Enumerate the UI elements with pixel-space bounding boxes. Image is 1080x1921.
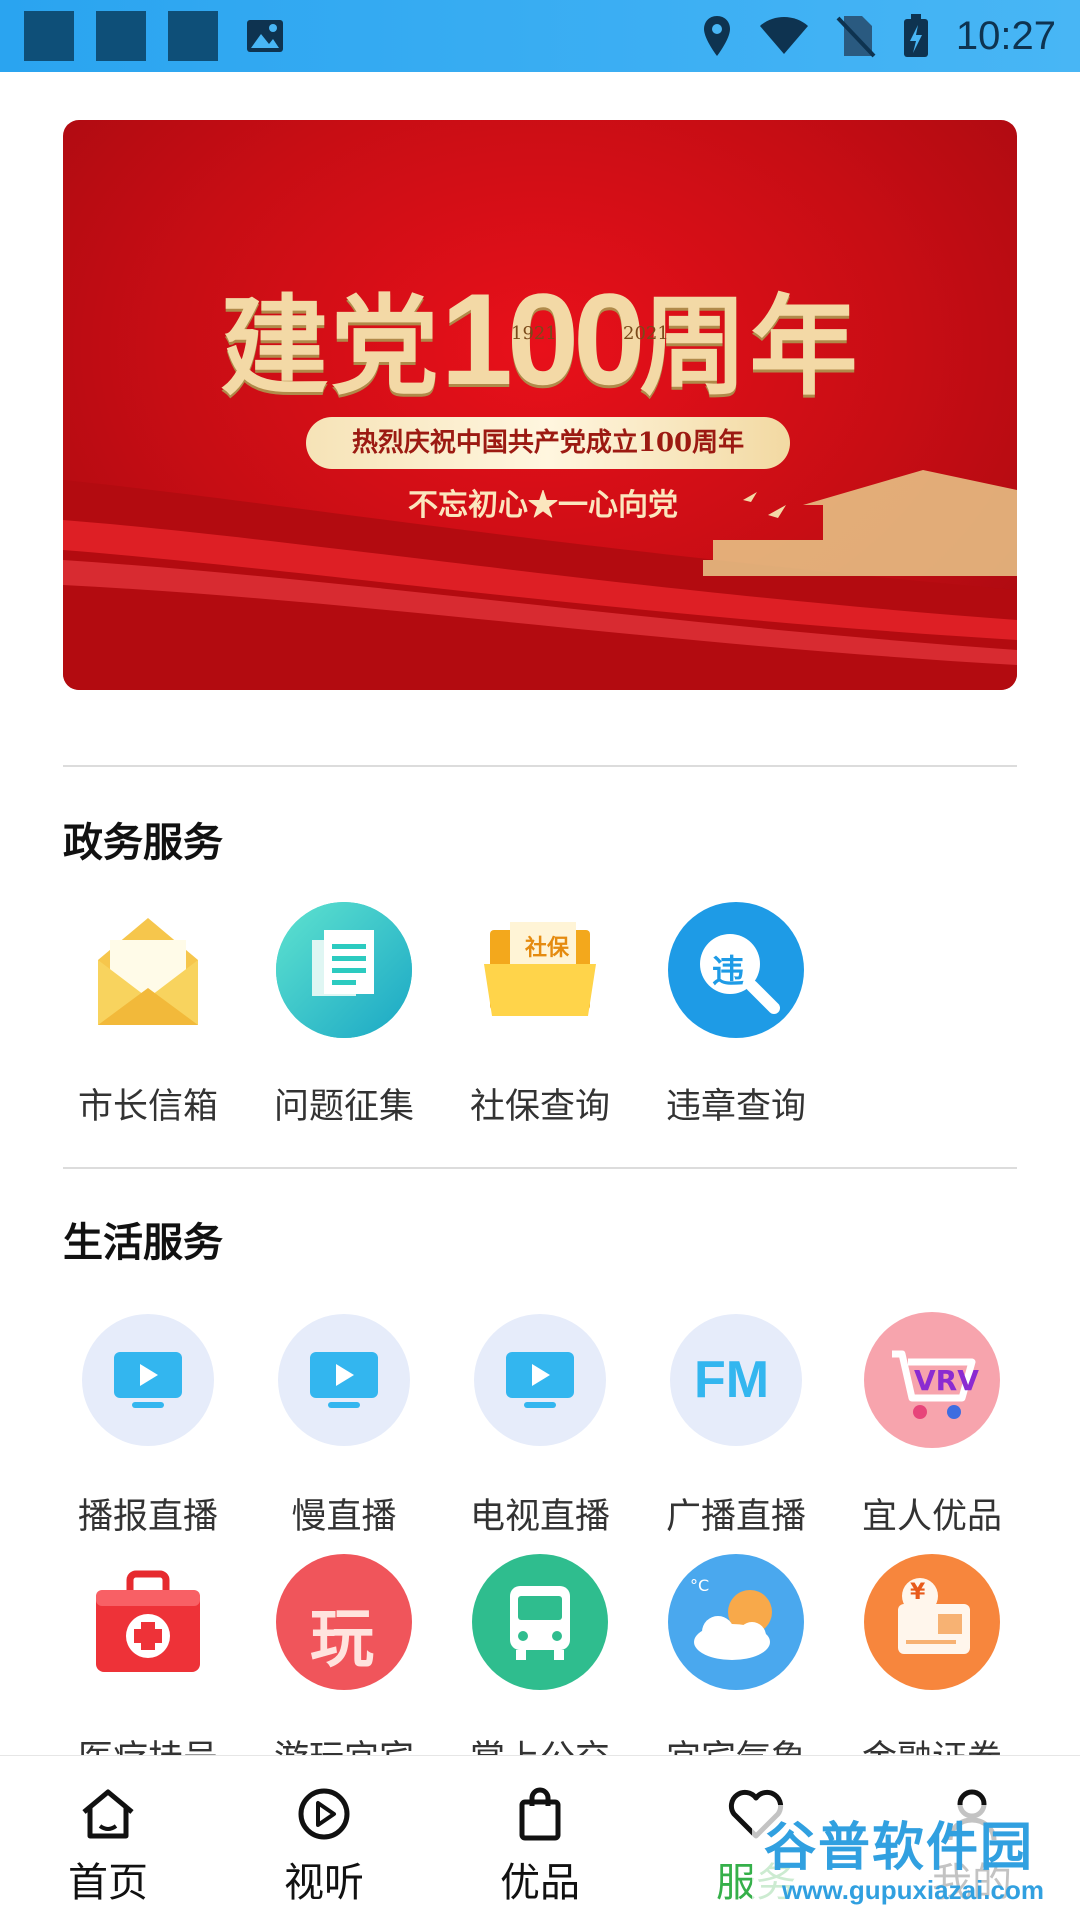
wifi-icon <box>759 17 808 54</box>
battery-charging-icon <box>903 14 928 57</box>
life-item-label: 慢直播 <box>291 1497 397 1537</box>
section-title-life: 生活服务 <box>63 1220 223 1266</box>
gov-item-label: 问题征集 <box>273 1087 414 1127</box>
life-item-label: 播报直播 <box>77 1497 218 1537</box>
life-item-yiren-goods[interactable]: VRV 宜人优品 <box>842 1310 1022 1539</box>
tv-play-icon <box>78 1310 218 1450</box>
fm-radio-icon: FM <box>666 1310 806 1450</box>
divider <box>63 765 1017 767</box>
gov-item-social-security[interactable]: 社保 社保查询 <box>450 900 630 1129</box>
shopping-bag-icon <box>519 1787 561 1841</box>
gov-item-issue-collection[interactable]: 问题征集 <box>254 900 434 1129</box>
site-watermark: 谷普软件园 www.gupuxiazai.com <box>752 1805 1080 1920</box>
system-icons: 10:27 <box>702 13 1056 59</box>
life-item-yibin-weather[interactable]: °C 宜宾气象 <box>646 1552 826 1781</box>
banner-slogan: 不忘初心★一心向党 <box>408 488 678 523</box>
divider <box>63 1167 1017 1169</box>
nav-tab-home[interactable]: 首页 <box>38 1786 178 1908</box>
finance-card-icon: ¥ <box>862 1552 1002 1692</box>
nav-tab-goods[interactable]: 优品 <box>470 1786 610 1908</box>
envelope-icon <box>78 900 218 1040</box>
folder-icon: 社保 <box>470 900 610 1040</box>
status-bar: 10:27 <box>0 0 1080 72</box>
notification-icon <box>96 11 146 61</box>
weather-icon: °C <box>666 1552 806 1692</box>
life-item-tv-live[interactable]: 电视直播 <box>450 1310 630 1539</box>
image-icon <box>240 11 290 61</box>
search-icon: 违 <box>666 900 806 1040</box>
play-icon: 玩 <box>274 1552 414 1692</box>
life-item-label: 宜人优品 <box>861 1497 1002 1537</box>
location-icon <box>703 16 730 56</box>
gov-item-label: 社保查询 <box>469 1087 610 1127</box>
gov-item-mayor-mailbox[interactable]: 市长信箱 <box>58 900 238 1129</box>
life-item-label: 广播直播 <box>665 1497 806 1537</box>
home-icon <box>82 1789 134 1839</box>
life-item-label: 电视直播 <box>469 1497 610 1537</box>
banner-carousel[interactable]: 建党100周年 1921 2021 热烈庆祝中国共产党成立100周年 不忘初心★… <box>63 120 1017 690</box>
section-title-gov: 政务服务 <box>63 820 223 866</box>
gov-item-violation-query[interactable]: 违 违章查询 <box>646 900 826 1129</box>
life-item-play-yibin[interactable]: 玩 游玩宜宾 <box>254 1552 434 1781</box>
notification-icon <box>168 11 218 61</box>
tv-play-icon <box>470 1310 610 1450</box>
life-item-slow-live[interactable]: 慢直播 <box>254 1310 434 1539</box>
document-icon <box>274 900 414 1040</box>
notification-icon <box>24 11 74 61</box>
notification-icons <box>24 11 290 61</box>
tv-play-icon <box>274 1310 414 1450</box>
play-circle-icon <box>298 1788 350 1840</box>
clock: 10:27 <box>955 13 1056 58</box>
gov-item-label: 违章查询 <box>665 1087 806 1127</box>
medical-kit-icon <box>78 1552 218 1692</box>
life-item-mobile-bus[interactable]: 掌上公交 <box>450 1552 630 1781</box>
life-item-radio-live[interactable]: FM 广播直播 <box>646 1310 826 1539</box>
no-sim-icon <box>836 16 876 58</box>
gov-item-label: 市长信箱 <box>77 1087 218 1127</box>
life-item-finance-securities[interactable]: ¥ 金融证券 <box>842 1552 1022 1781</box>
life-item-medical-registration[interactable]: 医疗挂号 <box>58 1552 238 1781</box>
bus-icon <box>470 1552 610 1692</box>
svg-text:VRV: VRV <box>914 1364 979 1397</box>
banner-subtitle: 热烈庆祝中国共产党成立100周年 <box>306 417 790 469</box>
nav-tab-audiovisual[interactable]: 视听 <box>254 1786 394 1908</box>
shopping-cart-icon: VRV <box>862 1310 1002 1450</box>
life-item-broadcast-live[interactable]: 播报直播 <box>58 1310 238 1539</box>
